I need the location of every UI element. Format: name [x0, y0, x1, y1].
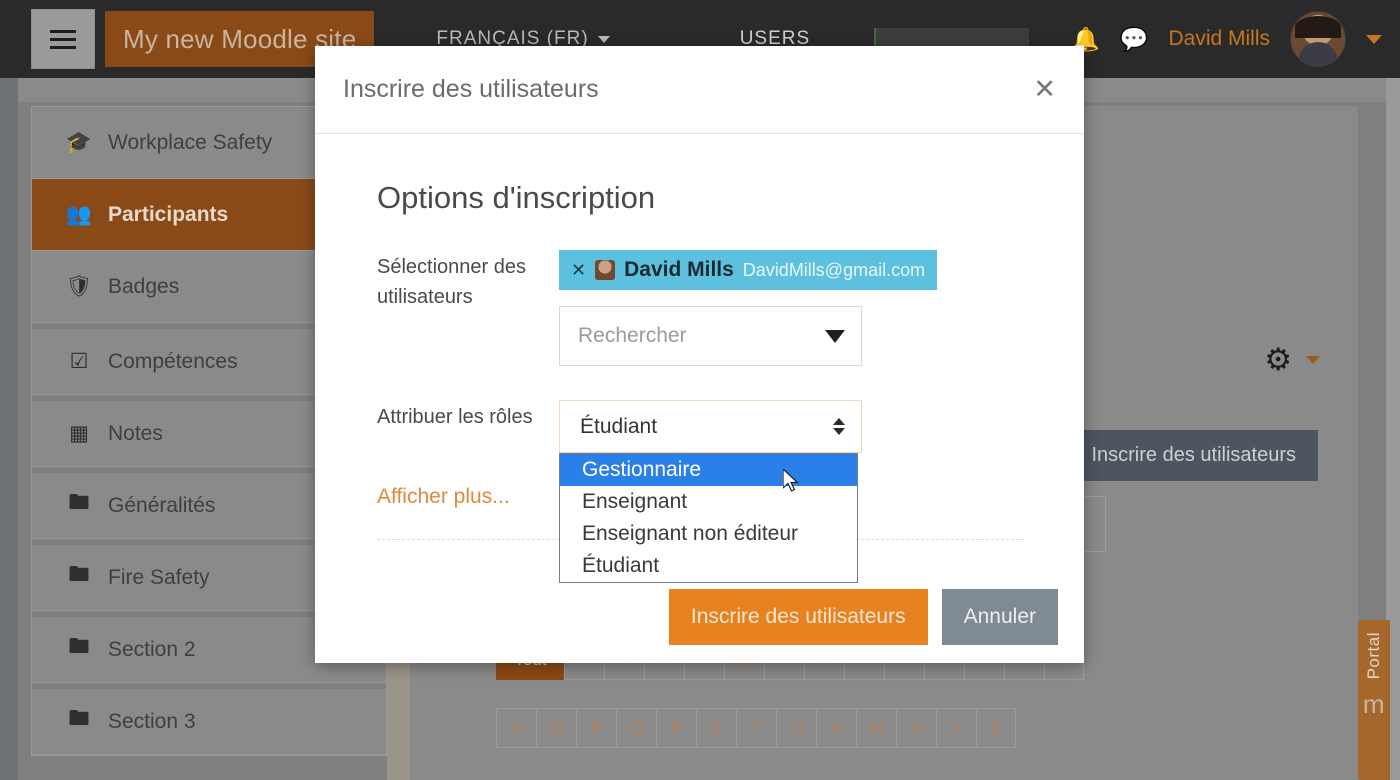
modal-header: Inscrire des utilisateurs ✕: [315, 46, 1084, 134]
navbar-right: 🔔 💬 David Mills: [1071, 0, 1386, 78]
selected-user-chip[interactable]: ✕ David Mills DavidMills@gmail.com: [559, 250, 938, 290]
enrol-users-button-background[interactable]: Inscrire des utilisateurs: [1069, 430, 1318, 481]
roles-option-enseignant[interactable]: Enseignant: [560, 486, 857, 518]
sidebar-item-label: Compétences: [108, 349, 238, 373]
show-more-link[interactable]: Afficher plus...: [377, 485, 510, 508]
triangle-down-icon[interactable]: [825, 329, 845, 343]
assign-roles-row: Attribuer les rôles Étudiant Gestionnair…: [377, 400, 1024, 583]
portal-mark: m: [1362, 689, 1386, 720]
gear-icon[interactable]: ⚙: [1264, 344, 1292, 375]
sidebar-item-label: Section 3: [108, 709, 196, 733]
alpha-key[interactable]: V: [816, 708, 856, 748]
roles-selected-value: Étudiant: [580, 414, 658, 438]
folder-icon: 🖿: [68, 563, 90, 586]
modal-body: Options d'inscription Sélectionner des u…: [315, 134, 1084, 583]
submit-enrol-button[interactable]: Inscrire des utilisateurs: [668, 589, 928, 645]
roles-select-wrapper: Étudiant Gestionnaire Enseignant Enseign…: [559, 400, 862, 583]
roles-option-etudiant[interactable]: Étudiant: [560, 550, 857, 582]
shield-icon: 🛡: [65, 274, 93, 298]
roles-dropdown: Gestionnaire Enseignant Enseignant non é…: [559, 453, 858, 583]
alpha-key[interactable]: Y: [936, 708, 976, 748]
select-users-row: Sélectionner des utilisateurs ✕ David Mi…: [377, 250, 1024, 366]
cancel-button[interactable]: Annuler: [941, 589, 1058, 645]
checkbox-icon: ☑: [69, 350, 89, 373]
folder-icon: 🖿: [68, 635, 90, 658]
alpha-key[interactable]: X: [896, 708, 936, 748]
alpha-key[interactable]: U: [776, 708, 816, 748]
alpha-key[interactable]: N: [496, 708, 536, 748]
sidebar-item-label: Participants: [108, 202, 229, 226]
alpha-key[interactable]: Q: [616, 708, 656, 748]
assign-roles-label: Attribuer les rôles: [377, 406, 533, 428]
roles-option-enseignant-non-editeur[interactable]: Enseignant non éditeur: [560, 518, 857, 550]
left-edge: [0, 78, 18, 780]
folder-icon: 🖿: [68, 707, 90, 730]
section-title: Options d'inscription: [377, 180, 656, 215]
remove-chip-icon[interactable]: ✕: [571, 261, 586, 279]
alpha-key[interactable]: T: [736, 708, 776, 748]
avatar[interactable]: [1290, 11, 1346, 67]
assign-roles-control: Étudiant Gestionnaire Enseignant Enseign…: [559, 400, 1024, 583]
table-icon: ▦: [69, 422, 89, 445]
folder-icon: 🖿: [68, 491, 90, 514]
alpha-key[interactable]: O: [536, 708, 576, 748]
user-search-input[interactable]: Rechercher: [559, 306, 862, 366]
sidebar-item-label: Généralités: [108, 493, 216, 517]
user-name-label[interactable]: David Mills: [1168, 27, 1270, 51]
sidebar-item-section-3[interactable]: 🖿 Section 3: [32, 683, 386, 755]
modal-title: Inscrire des utilisateurs: [343, 75, 599, 103]
sidebar-item-label: Badges: [108, 274, 180, 298]
screen: My new Moodle site FRANÇAIS (FR) USERS 🔔…: [0, 0, 1400, 780]
select-users-control: ✕ David Mills DavidMills@gmail.com Reche…: [559, 250, 1024, 366]
close-icon[interactable]: ✕: [1033, 76, 1056, 103]
settings-menu[interactable]: ⚙: [1264, 344, 1320, 375]
users-icon: 👥: [65, 202, 93, 226]
sidebar-item-label: Notes: [108, 421, 163, 445]
chevron-down-icon: [597, 35, 610, 43]
chip-user-name: David Mills: [624, 258, 734, 281]
alpha-key[interactable]: Z: [976, 708, 1016, 748]
portal-label: Portal: [1364, 632, 1383, 680]
mouse-cursor: [783, 469, 800, 492]
sidebar-item-label: Section 2: [108, 637, 196, 661]
alpha-key[interactable]: R: [656, 708, 696, 748]
chat-bubble-icon[interactable]: 💬: [1120, 27, 1149, 51]
hamburger-icon[interactable]: [31, 9, 95, 69]
enrol-users-modal: Inscrire des utilisateurs ✕ Options d'in…: [315, 46, 1084, 663]
alphabet-row-2: N O P Q R S T U V W X Y Z: [496, 708, 1084, 748]
graduation-cap-icon: 🎓: [65, 130, 93, 154]
chip-user-email: DavidMills@gmail.com: [742, 259, 926, 280]
updown-stepper-icon: [833, 418, 845, 435]
sidebar-item-label: Fire Safety: [108, 565, 210, 589]
chevron-down-icon[interactable]: [1366, 34, 1382, 44]
roles-option-gestionnaire[interactable]: Gestionnaire: [560, 454, 857, 486]
user-search-placeholder: Rechercher: [578, 324, 687, 347]
alpha-key[interactable]: P: [576, 708, 616, 748]
alpha-key[interactable]: S: [696, 708, 736, 748]
chevron-down-icon[interactable]: [1306, 355, 1320, 364]
portal-tab[interactable]: Portal m: [1358, 620, 1390, 780]
sidebar-item-label: Workplace Safety: [108, 130, 273, 154]
select-users-label: Sélectionner des utilisateurs: [377, 256, 526, 308]
alpha-key[interactable]: W: [856, 708, 896, 748]
modal-footer: Inscrire des utilisateurs Annuler: [315, 571, 1084, 663]
roles-select[interactable]: Étudiant: [559, 400, 862, 453]
user-avatar: [595, 260, 616, 280]
